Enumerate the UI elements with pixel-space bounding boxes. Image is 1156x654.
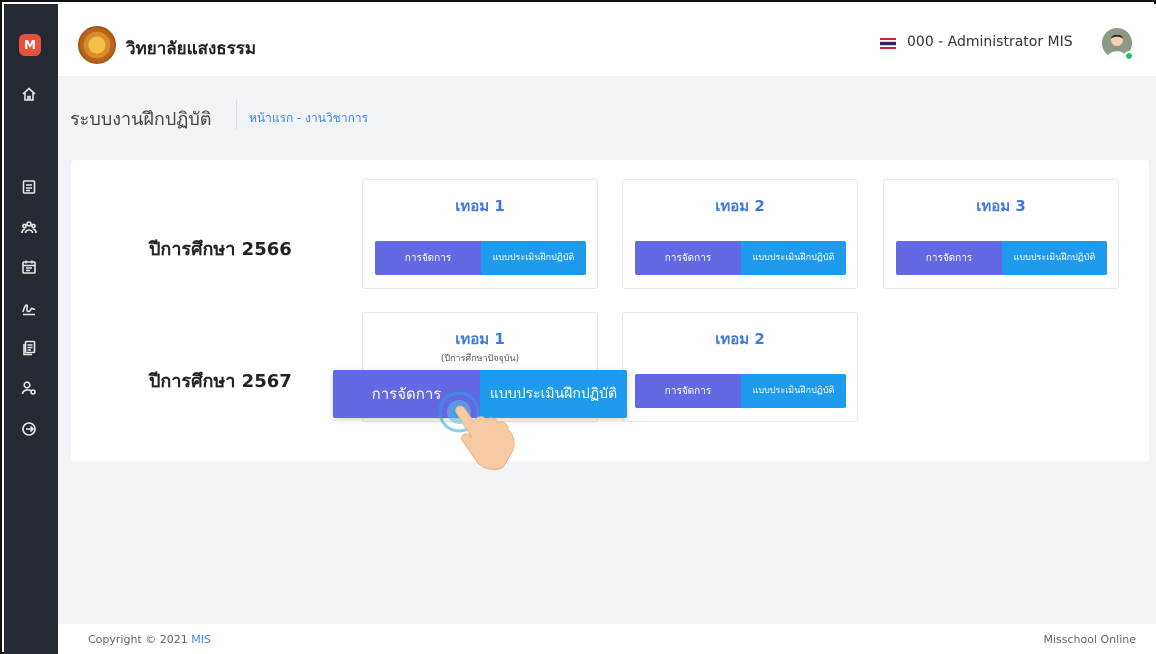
mis-link[interactable]: MIS <box>191 633 211 646</box>
term-title: เทอม 1 <box>455 197 505 215</box>
app-frame: M วิทยาลัยแสงธรรม 000 - Administrator MI… <box>0 0 1156 654</box>
term-title: เทอม 2 <box>715 330 765 348</box>
footer-brand: Misschool Online <box>1043 633 1136 646</box>
manage-button[interactable]: การจัดการ <box>635 241 741 275</box>
footer: Copyright © 2021 MIS Misschool Online <box>58 624 1156 654</box>
copyright-text: Copyright © 2021 <box>88 633 188 646</box>
term-button-group: การจัดการ แบบประเมินฝึกปฏิบัติ <box>635 374 846 408</box>
term-button-group: การจัดการ แบบประเมินฝึกปฏิบัติ <box>896 241 1107 275</box>
breadcrumb-home[interactable]: หน้าแรก <box>249 109 293 128</box>
evaluation-button[interactable]: แบบประเมินฝึกปฏิบัติ <box>741 241 846 275</box>
top-bar: วิทยาลัยแสงธรรม 000 - Administrator MIS <box>58 4 1156 76</box>
term-title: เทอม 2 <box>715 197 765 215</box>
term-title: เทอม 1 <box>455 330 505 348</box>
current-year-note: (ปีการศึกษาปัจจุบัน) <box>440 354 520 364</box>
manage-button[interactable]: การจัดการ <box>635 374 741 408</box>
school-name: วิทยาลัยแสงธรรม <box>126 39 257 59</box>
thai-flag-icon[interactable] <box>880 38 896 49</box>
manage-button[interactable]: การจัดการ <box>896 241 1002 275</box>
copyright: Copyright © 2021 MIS <box>88 633 211 646</box>
files-icon[interactable] <box>17 336 41 360</box>
users-group-icon[interactable] <box>17 215 41 239</box>
online-status-indicator <box>1124 51 1134 61</box>
term-card: เทอม 3 การจัดการ แบบประเมินฝึกปฏิบัติ <box>883 179 1119 289</box>
term-card: เทอม 2 การจัดการ แบบประเมินฝึกปฏิบัติ <box>622 179 858 289</box>
academic-year-label: ปีการศึกษา 2566 <box>149 239 292 260</box>
term-title: เทอม 3 <box>976 197 1026 215</box>
home-icon[interactable] <box>17 82 41 106</box>
school-logo <box>78 26 116 64</box>
document-icon[interactable] <box>17 175 41 199</box>
evaluation-button[interactable]: แบบประเมินฝึกปฏิบัติ <box>481 241 586 275</box>
term-card: เทอม 2 การจัดการ แบบประเมินฝึกปฏิบัติ <box>622 312 858 422</box>
logout-icon[interactable] <box>17 417 41 441</box>
title-divider <box>236 100 237 130</box>
tap-hand-icon <box>438 391 515 470</box>
term-button-group: การจัดการ แบบประเมินฝึกปฏิบัติ <box>375 241 586 275</box>
main-content: ระบบงานฝึกปฏิบัติ หน้าแรก - งานวิชาการ ป… <box>58 76 1156 624</box>
manage-button[interactable]: การจัดการ <box>375 241 481 275</box>
user-settings-icon[interactable] <box>17 376 41 400</box>
breadcrumb-academic: - งานวิชาการ <box>297 111 369 125</box>
calendar-icon[interactable] <box>17 255 41 279</box>
academic-year-label: ปีการศึกษา 2567 <box>149 371 292 392</box>
evaluation-button[interactable]: แบบประเมินฝึกปฏิบัติ <box>1002 241 1107 275</box>
evaluation-button[interactable]: แบบประเมินฝึกปฏิบัติ <box>741 374 846 408</box>
signature-icon[interactable] <box>17 296 41 320</box>
page-title: ระบบงานฝึกปฏิบัติ <box>70 109 212 130</box>
term-button-group: การจัดการ แบบประเมินฝึกปฏิบัติ <box>635 241 846 275</box>
app-logo[interactable]: M <box>19 34 41 56</box>
term-card: เทอม 1 การจัดการ แบบประเมินฝึกปฏิบัติ <box>362 179 598 289</box>
user-name[interactable]: 000 - Administrator MIS <box>907 34 1073 50</box>
sidebar: M <box>4 4 58 654</box>
